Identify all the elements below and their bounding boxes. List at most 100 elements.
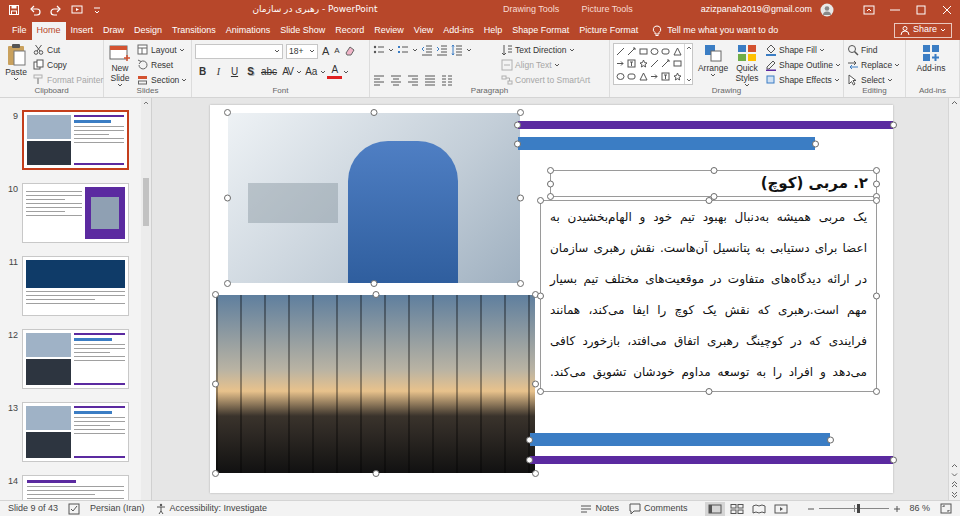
next-slide-icon[interactable] (951, 491, 958, 498)
view-button[interactable] (771, 502, 791, 516)
dropdown-arrow-icon[interactable] (179, 48, 185, 52)
shape-icon[interactable] (661, 71, 670, 82)
photo-presenter[interactable] (228, 113, 520, 283)
resize-handle[interactable] (812, 140, 819, 147)
shape-icon[interactable] (661, 46, 670, 57)
heading-box[interactable]: ۲. مربی (کوچ) (550, 170, 877, 197)
shape-icon[interactable] (616, 46, 625, 57)
share-button[interactable]: Share (894, 23, 952, 38)
drawing-item[interactable]: Shape Effects (765, 73, 841, 87)
view-button[interactable] (727, 502, 747, 516)
minimize-icon[interactable] (882, 4, 908, 16)
font-case-button[interactable]: Aa (303, 65, 319, 79)
resize-handle[interactable] (547, 167, 554, 174)
close-icon[interactable] (934, 4, 960, 16)
blue-bar[interactable] (518, 137, 815, 150)
body-text-box[interactable]: یک مربی همیشه به‌دنبال بهبود تیم خود و ا… (540, 200, 877, 392)
thumbnail-scrollbar[interactable] (141, 98, 151, 500)
shape-icon[interactable] (673, 59, 682, 70)
previous-slide-icon[interactable] (951, 481, 958, 488)
fit-slide-icon[interactable] (940, 503, 952, 514)
scroll-up-icon[interactable] (951, 463, 958, 469)
resize-handle[interactable] (873, 388, 880, 395)
resize-handle[interactable] (532, 381, 539, 388)
resize-handle[interactable] (532, 470, 539, 477)
resize-handle[interactable] (547, 193, 554, 200)
slide-thumbnail[interactable] (22, 475, 129, 500)
resize-handle[interactable] (371, 280, 378, 287)
resize-handle[interactable] (212, 381, 219, 388)
resize-handle[interactable] (873, 293, 880, 300)
ribbon-tab[interactable]: Record (330, 22, 369, 40)
ribbon-tab[interactable]: Animations (221, 22, 276, 40)
resize-handle[interactable] (372, 470, 379, 477)
zoom-slider-thumb[interactable] (857, 504, 860, 513)
align-right-icon[interactable] (407, 74, 419, 86)
shrink-font-button[interactable]: A (333, 45, 340, 57)
dropdown-arrow-icon[interactable] (744, 83, 750, 87)
resize-handle[interactable] (827, 436, 834, 443)
ribbon-tab[interactable]: Shape Format (507, 22, 574, 40)
dropdown-arrow-icon[interactable] (554, 63, 560, 67)
font-strike-button[interactable]: abc (259, 65, 279, 79)
ribbon-tab[interactable]: Review (369, 22, 409, 40)
dropdown-arrow-icon[interactable] (13, 77, 19, 81)
slide-thumbnail-row[interactable]: 9 (2, 110, 141, 170)
slides-item[interactable]: Section (137, 73, 187, 87)
account-name[interactable]: azizpanah2019@gmail.com (701, 3, 812, 17)
resize-handle[interactable] (890, 122, 897, 129)
slides-item[interactable]: Reset (137, 58, 187, 72)
purple-bar[interactable] (518, 121, 893, 129)
zoom-level-label[interactable]: 86 % (909, 502, 930, 516)
view-button[interactable] (705, 502, 725, 516)
shape-icon[interactable] (627, 59, 636, 70)
shape-icon[interactable] (639, 59, 648, 70)
photo-meeting-silhouettes[interactable] (216, 295, 535, 473)
font-underline-button[interactable]: U (227, 65, 242, 79)
resize-handle[interactable] (514, 140, 521, 147)
resize-handle[interactable] (224, 109, 231, 116)
editing-item[interactable]: Select (847, 73, 900, 87)
resize-handle[interactable] (890, 457, 897, 464)
dropdown-arrow-icon[interactable] (940, 28, 946, 32)
resize-handle[interactable] (224, 280, 231, 287)
shape-icon[interactable] (627, 71, 636, 82)
resize-handle[interactable] (537, 293, 544, 300)
resize-handle[interactable] (517, 195, 524, 202)
editor-scrollbar[interactable] (948, 98, 960, 500)
resize-handle[interactable] (517, 280, 524, 287)
drawing-item[interactable]: Shape Fill (765, 43, 841, 57)
resize-handle[interactable] (514, 122, 521, 129)
font-name-field[interactable] (195, 44, 283, 59)
ribbon-tab[interactable]: Add-ins (438, 22, 479, 40)
scroll-up-icon[interactable] (686, 45, 692, 50)
ribbon-tab[interactable]: File (7, 22, 32, 40)
dropdown-arrow-icon[interactable] (819, 48, 825, 52)
dropdown-arrow-icon[interactable] (274, 49, 280, 53)
comments-button[interactable]: Comments (629, 502, 688, 516)
line-spacing-icon[interactable] (451, 44, 463, 56)
arrange-button[interactable]: Arrange (697, 43, 729, 77)
scroll-up-icon[interactable] (951, 100, 958, 106)
ribbon-tab[interactable]: Slide Show (275, 22, 330, 40)
quick-styles-button[interactable]: QuickStyles (733, 43, 761, 87)
align-center-icon[interactable] (390, 74, 402, 86)
scroll-down-icon[interactable] (951, 472, 958, 478)
zoom-slider[interactable] (819, 508, 889, 509)
editing-item[interactable]: Replace (847, 58, 900, 72)
decrease-indent-icon[interactable] (421, 44, 433, 56)
dropdown-arrow-icon[interactable] (181, 78, 187, 82)
editing-item[interactable]: Find (847, 43, 900, 57)
slide-thumbnail[interactable] (22, 183, 129, 243)
ribbon-tab[interactable]: Help (479, 22, 508, 40)
shape-icon[interactable] (650, 59, 659, 70)
slide-thumbnail-row[interactable]: 10 (2, 183, 141, 243)
paragraph-item[interactable]: Text Direction (501, 43, 590, 57)
shape-icon[interactable] (639, 46, 648, 57)
grow-font-button[interactable]: A (321, 43, 330, 60)
slides-item[interactable]: Layout (137, 43, 187, 57)
dropdown-arrow-icon[interactable] (569, 48, 575, 52)
slide-thumbnail[interactable] (22, 402, 129, 462)
font-shadow-button[interactable]: S (243, 65, 258, 79)
new-slide-button[interactable]: NewSlide (107, 43, 133, 87)
